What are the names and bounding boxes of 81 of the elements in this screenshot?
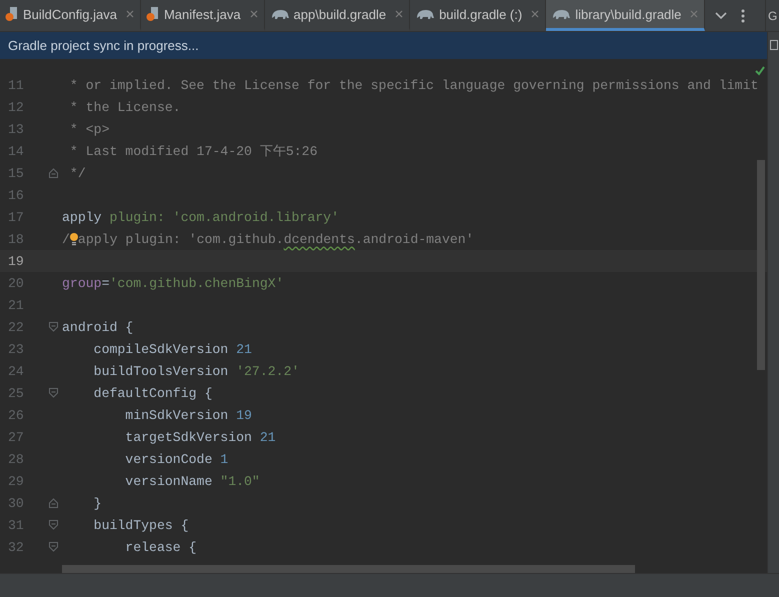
line-number: 32 bbox=[7, 540, 25, 554]
line-number: 16 bbox=[7, 188, 25, 202]
code-text: * or implied. See the License for the specific language governing permissions and limit bbox=[68, 78, 758, 92]
chevron-down-icon[interactable] bbox=[715, 12, 728, 20]
close-icon[interactable] bbox=[531, 10, 540, 18]
code-text: 1 bbox=[220, 452, 228, 466]
line-number: 24 bbox=[7, 364, 25, 378]
code-text: * <p> bbox=[68, 122, 110, 136]
code-text: 21 bbox=[236, 342, 252, 356]
close-icon[interactable] bbox=[250, 10, 258, 18]
more-icon[interactable] bbox=[741, 8, 746, 22]
code-text: dcendents bbox=[284, 232, 355, 246]
editor-tab[interactable]: app\build.gradle bbox=[264, 0, 410, 31]
line-number: 23 bbox=[7, 342, 25, 356]
code-text: android { bbox=[62, 320, 134, 334]
line-number: 22 bbox=[7, 320, 25, 334]
line-number: 27 bbox=[7, 430, 25, 444]
fold-icon[interactable] bbox=[48, 498, 58, 508]
code-text: */ bbox=[68, 166, 86, 180]
fold-icon[interactable] bbox=[48, 322, 58, 332]
code-text: plugin: bbox=[108, 210, 165, 224]
elephant-icon bbox=[415, 7, 436, 21]
fold-icon[interactable] bbox=[48, 168, 58, 178]
code-text: targetSdkVersion bbox=[124, 430, 253, 444]
line-number: 12 bbox=[7, 100, 25, 114]
editor-tab[interactable]: library\build.gradle bbox=[546, 0, 706, 31]
fold-icon[interactable] bbox=[48, 520, 58, 530]
code-text: group bbox=[62, 276, 102, 290]
code-text: minSdkVersion bbox=[124, 408, 230, 422]
line-number: 25 bbox=[7, 386, 25, 400]
close-icon[interactable] bbox=[395, 10, 404, 18]
line-number: 26 bbox=[7, 408, 25, 422]
code-text: defaultConfig { bbox=[92, 386, 212, 400]
line-number: 31 bbox=[7, 518, 25, 532]
line-number: 17 bbox=[7, 210, 25, 224]
close-icon[interactable] bbox=[126, 10, 134, 18]
code-text: * the License. bbox=[68, 100, 181, 114]
line-number: 29 bbox=[7, 474, 25, 488]
fold-icon[interactable] bbox=[48, 542, 58, 552]
horizontal-scrollbar[interactable] bbox=[62, 565, 635, 573]
code-text: 19 bbox=[236, 408, 252, 422]
code-text: * Last modified 17-4-20 下午5:26 bbox=[68, 143, 318, 160]
code-text: "1.0" bbox=[220, 474, 260, 488]
line-number: 13 bbox=[7, 122, 25, 136]
java-file-icon bbox=[146, 6, 160, 22]
elephant-icon bbox=[270, 7, 290, 21]
line-number: 20 bbox=[7, 276, 25, 290]
side-tab[interactable]: G bbox=[768, 8, 778, 22]
code-text: versionCode bbox=[124, 452, 214, 466]
java-file-icon bbox=[5, 6, 19, 22]
sync-notification: Gradle project sync in progress... bbox=[8, 38, 199, 53]
code-text: apply bbox=[62, 210, 102, 224]
code-text: .android-maven' bbox=[354, 232, 474, 246]
lightbulb-icon[interactable] bbox=[70, 231, 78, 247]
code-text: buildTypes { bbox=[92, 518, 189, 532]
line-number: 18 bbox=[7, 232, 25, 246]
code-text: versionName bbox=[124, 474, 214, 488]
code-text: '27.2.2' bbox=[236, 364, 300, 378]
code-text: / bbox=[62, 232, 70, 246]
line-number: 21 bbox=[7, 298, 25, 312]
line-number: 28 bbox=[7, 452, 25, 466]
code-text: release { bbox=[124, 540, 197, 554]
code-text: 'com.android.library' bbox=[172, 210, 339, 224]
code-text: apply plugin: 'com.github. bbox=[78, 232, 284, 246]
fold-icon[interactable] bbox=[48, 388, 58, 398]
line-number: 19 bbox=[7, 254, 25, 268]
check-icon bbox=[755, 66, 765, 76]
code-text: buildToolsVersion bbox=[92, 364, 230, 378]
code-text: } bbox=[92, 496, 102, 510]
code-text: 'com.github.chenBingX' bbox=[110, 276, 284, 290]
line-number: 14 bbox=[7, 144, 25, 158]
code-text: = bbox=[102, 276, 110, 290]
scrollbar-thumb[interactable] bbox=[757, 160, 765, 370]
code-text: 21 bbox=[260, 430, 276, 444]
panel-icon[interactable] bbox=[770, 40, 778, 50]
code-text: compileSdkVersion bbox=[92, 342, 230, 356]
line-number: 11 bbox=[7, 78, 25, 92]
line-number: 30 bbox=[7, 496, 25, 510]
elephant-icon bbox=[551, 7, 572, 21]
line-number: 15 bbox=[7, 166, 25, 180]
close-icon[interactable] bbox=[690, 10, 698, 18]
